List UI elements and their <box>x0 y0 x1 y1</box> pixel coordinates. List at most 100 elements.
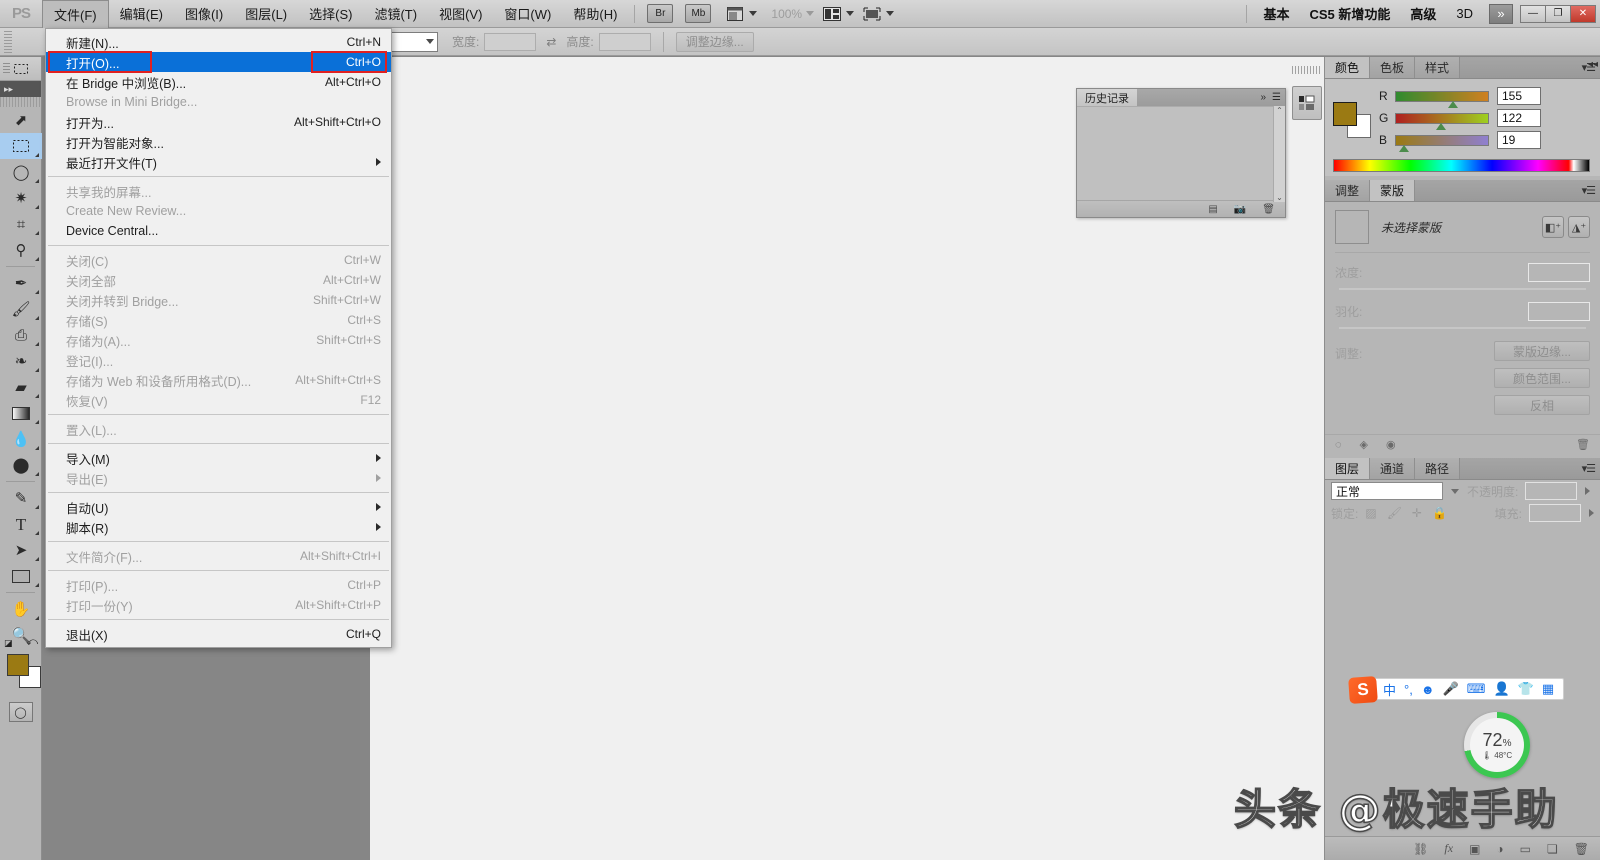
dock-expand-icon[interactable]: ◂◂ <box>1588 59 1598 70</box>
red-slider[interactable] <box>1395 91 1489 102</box>
history-panel-menu-icon[interactable]: ☰ <box>1272 92 1281 103</box>
options-bar-grip[interactable] <box>4 31 12 53</box>
rectangular-marquee-tool[interactable] <box>0 133 42 159</box>
history-expand-icon[interactable]: » <box>1260 92 1266 103</box>
refine-edge-button[interactable]: 调整边缘... <box>676 32 754 52</box>
new-group-icon[interactable]: ▭ <box>1520 842 1531 856</box>
icon-strip-grip[interactable] <box>1292 66 1322 74</box>
layer-style-icon[interactable]: fx <box>1444 841 1453 856</box>
feather-input[interactable] <box>1528 302 1590 321</box>
tab-color[interactable]: 颜色 <box>1325 57 1370 78</box>
quick-mask-toggle[interactable]: ◯ <box>9 702 33 722</box>
close-button[interactable]: ✕ <box>1570 5 1596 23</box>
move-tool[interactable]: ⬈ <box>0 107 42 133</box>
menu-item-scripts[interactable]: 脚本(R) <box>46 517 391 537</box>
workspace-cs5-new[interactable]: CS5 新增功能 <box>1299 4 1400 23</box>
emoji-icon[interactable]: ☻ <box>1421 682 1435 697</box>
collapsed-panel-strip[interactable] <box>1292 86 1322 120</box>
toolbox-collapse-button[interactable]: ▸▸ <box>0 81 41 97</box>
type-tool[interactable]: T <box>0 511 42 537</box>
link-layers-icon[interactable]: ⛓ <box>1413 842 1428 856</box>
menu-item-new[interactable]: 新建(N)... Ctrl+N <box>46 32 391 52</box>
menu-image[interactable]: 图像(I) <box>174 0 234 27</box>
invert-button[interactable]: 反相 <box>1494 395 1590 415</box>
arrange-chevron-down-icon[interactable] <box>846 11 854 16</box>
eraser-tool[interactable]: ▰ <box>0 374 42 400</box>
toolbox-drag-handle[interactable] <box>0 97 41 107</box>
layers-panel-menu-icon[interactable]: ▾☰ <box>1582 462 1595 475</box>
add-vector-mask-icon[interactable]: ◮⁺ <box>1568 216 1590 238</box>
tab-masks[interactable]: 蒙版 <box>1370 180 1415 201</box>
mask-edge-button[interactable]: 蒙版边缘... <box>1494 341 1590 361</box>
workspace-3d[interactable]: 3D <box>1446 6 1483 21</box>
apply-mask-icon[interactable]: ◈ <box>1360 438 1368 451</box>
menu-window[interactable]: 窗口(W) <box>493 0 562 27</box>
feather-slider[interactable] <box>1339 327 1586 329</box>
zoom-chevron-down-icon[interactable] <box>806 11 814 16</box>
fill-flyout-icon[interactable] <box>1589 509 1594 517</box>
blue-slider[interactable] <box>1395 135 1489 146</box>
toolbox-grip[interactable] <box>3 63 10 75</box>
new-snapshot-icon[interactable]: 📷 <box>1234 204 1246 215</box>
toolbox-icon[interactable]: ▦ <box>1542 681 1554 697</box>
dodge-tool[interactable]: ⬤ <box>0 452 42 478</box>
pen-tool[interactable]: ✎ <box>0 485 42 511</box>
width-input[interactable] <box>484 33 536 51</box>
rectangle-tool[interactable] <box>0 563 42 589</box>
lasso-tool[interactable]: ◯ <box>0 159 42 185</box>
menu-item-open-recent[interactable]: 最近打开文件(T) <box>46 152 391 172</box>
disable-mask-icon[interactable]: ◉ <box>1386 438 1396 451</box>
menu-layer[interactable]: 图层(L) <box>234 0 298 27</box>
arrange-documents-icon[interactable] <box>822 5 842 23</box>
magic-wand-tool[interactable]: ✷ <box>0 185 42 211</box>
marquee-style-chevron-down-icon[interactable] <box>426 39 434 44</box>
spot-healing-brush-tool[interactable]: ✒ <box>0 270 42 296</box>
delete-state-icon[interactable]: 🗑 <box>1262 204 1275 215</box>
workspace-essentials[interactable]: 基本 <box>1253 4 1299 23</box>
hand-tool[interactable]: ✋ <box>0 596 42 622</box>
minimize-button[interactable]: — <box>1520 5 1546 23</box>
lock-image-icon[interactable]: 🖌 <box>1387 506 1402 520</box>
lock-all-icon[interactable]: 🔒 <box>1432 506 1447 520</box>
default-colors-icon[interactable]: ◪ <box>4 638 13 649</box>
restore-button[interactable]: ❐ <box>1545 5 1571 23</box>
blend-mode-chevron-down-icon[interactable] <box>1451 489 1459 494</box>
red-value-input[interactable]: 155 <box>1497 87 1541 105</box>
delete-layer-icon[interactable]: 🗑 <box>1574 842 1589 856</box>
density-input[interactable] <box>1528 263 1590 282</box>
new-document-from-state-icon[interactable]: ▤ <box>1208 204 1217 215</box>
view-extras-chevron-down-icon[interactable] <box>749 11 757 16</box>
blue-value-input[interactable]: 19 <box>1497 131 1541 149</box>
history-scrollbar[interactable]: ⌃ ⌄ <box>1273 106 1285 202</box>
history-list[interactable] <box>1077 106 1285 200</box>
density-slider[interactable] <box>1339 288 1586 290</box>
marquee-style-select[interactable] <box>388 32 438 52</box>
sogou-ime-logo[interactable]: S <box>1348 676 1378 704</box>
height-input[interactable] <box>599 33 651 51</box>
color-panel-foreground-swatch[interactable] <box>1333 102 1357 126</box>
blend-mode-select[interactable]: 正常 <box>1331 482 1443 500</box>
green-value-input[interactable]: 122 <box>1497 109 1541 127</box>
red-slider-thumb[interactable] <box>1448 101 1458 108</box>
lock-transparency-icon[interactable]: ▨ <box>1365 506 1376 520</box>
add-mask-icon[interactable]: ▣ <box>1469 842 1480 856</box>
blue-slider-thumb[interactable] <box>1399 145 1409 152</box>
screen-mode-icon[interactable] <box>862 5 882 23</box>
tab-channels[interactable]: 通道 <box>1370 458 1415 479</box>
path-selection-tool[interactable]: ➤ <box>0 537 42 563</box>
eyedropper-tool[interactable]: ⚲ <box>0 237 42 263</box>
lock-position-icon[interactable]: ✛ <box>1412 506 1422 520</box>
swap-colors-icon[interactable]: ⤺ <box>26 636 38 649</box>
launch-bridge-button[interactable]: Br <box>647 4 673 23</box>
load-selection-icon[interactable]: ◌ <box>1335 439 1342 451</box>
launch-mini-bridge-button[interactable]: Mb <box>685 4 711 23</box>
masks-panel-menu-icon[interactable]: ▾☰ <box>1582 184 1595 197</box>
punctuation-icon[interactable]: °, <box>1404 682 1413 697</box>
add-pixel-mask-icon[interactable]: ◧⁺ <box>1542 216 1564 238</box>
menu-item-automate[interactable]: 自动(U) <box>46 497 391 517</box>
menu-file[interactable]: 文件(F) <box>42 0 109 28</box>
menu-filter[interactable]: 滤镜(T) <box>363 0 428 27</box>
menu-item-open[interactable]: 打开(O)... Ctrl+O <box>46 52 391 72</box>
adjustment-layer-icon[interactable]: ◑ <box>1496 842 1503 856</box>
workspace-advanced[interactable]: 高级 <box>1400 4 1446 23</box>
